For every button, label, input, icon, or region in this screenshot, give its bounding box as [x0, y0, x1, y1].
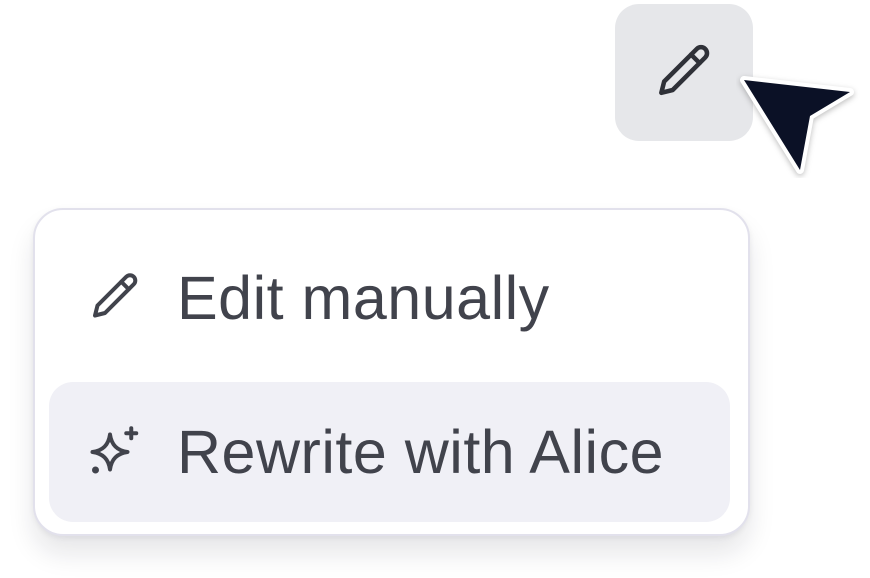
- pencil-icon: [85, 268, 145, 328]
- menu-item-label: Rewrite with Alice: [177, 418, 664, 486]
- sparkles-icon: [85, 422, 145, 482]
- edit-button[interactable]: [615, 4, 753, 141]
- menu-item-edit-manually[interactable]: Edit manually: [49, 228, 730, 368]
- edit-options-menu: Edit manually Rewrite with Alice: [33, 208, 750, 536]
- pencil-icon: [659, 44, 710, 95]
- menu-item-label: Edit manually: [177, 264, 550, 332]
- stage: Edit manually Rewrite with Alice: [0, 0, 870, 578]
- mouse-pointer-icon: [740, 76, 854, 174]
- menu-item-rewrite-with-alice[interactable]: Rewrite with Alice: [49, 382, 730, 522]
